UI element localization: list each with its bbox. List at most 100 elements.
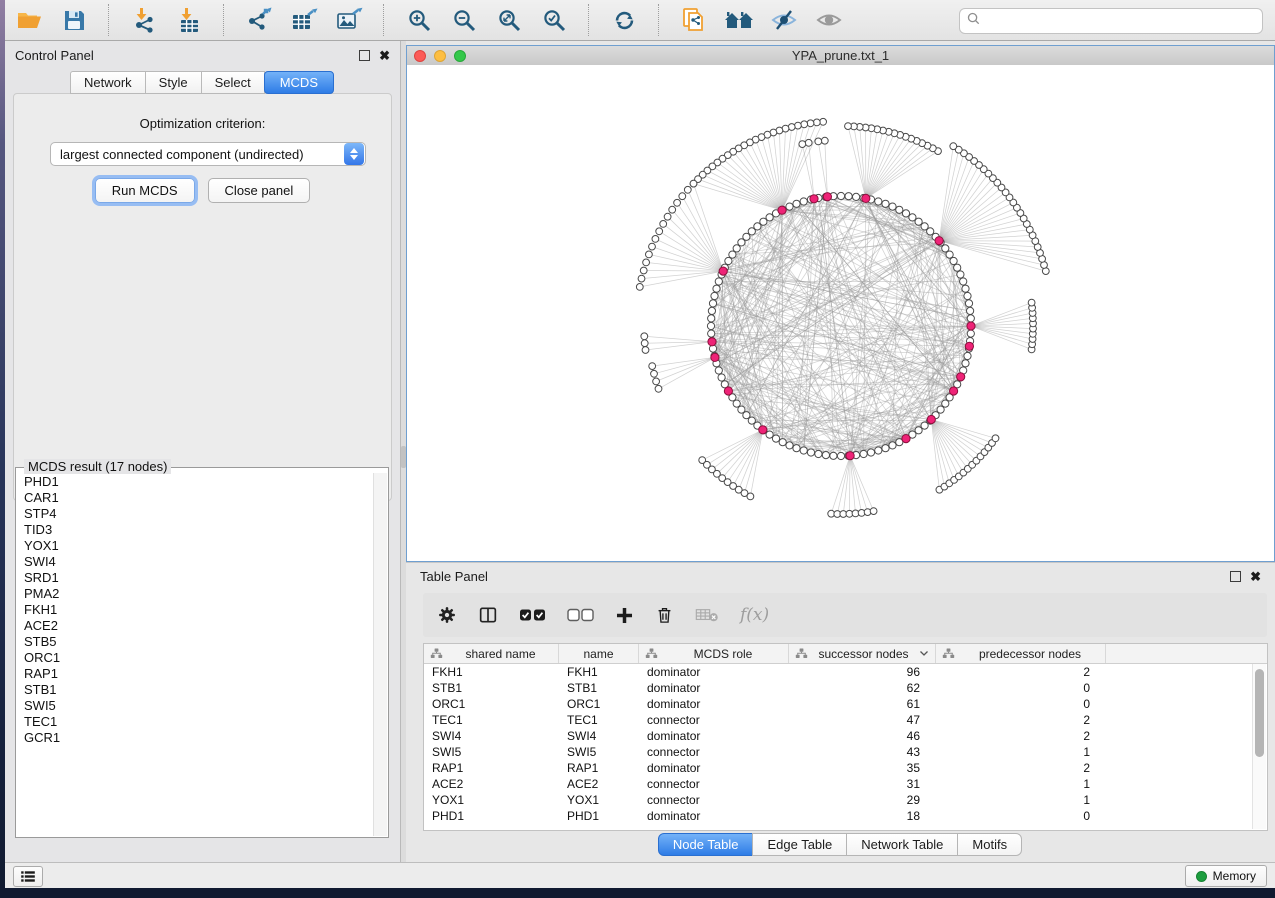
mcds-result-item[interactable]: TEC1 xyxy=(24,714,374,730)
table-row[interactable]: ACE2ACE2connector311 xyxy=(424,776,1267,792)
mcds-result-item[interactable]: STB5 xyxy=(24,634,374,650)
table-panel-title: Table Panel xyxy=(420,569,488,584)
mcds-result-item[interactable]: STP4 xyxy=(24,506,374,522)
table-row[interactable]: SWI5SWI5connector431 xyxy=(424,744,1267,760)
zoom-selected-icon[interactable] xyxy=(538,5,570,35)
cell-predecessor-nodes: 1 xyxy=(936,745,1106,759)
status-bar: Memory xyxy=(5,862,1275,888)
mcds-result-item[interactable]: SWI4 xyxy=(24,554,374,570)
table-scrollbar-thumb[interactable] xyxy=(1255,669,1264,757)
mcds-result-item[interactable]: SRD1 xyxy=(24,570,374,586)
network-canvas[interactable] xyxy=(407,65,1274,561)
memory-button[interactable]: Memory xyxy=(1185,865,1267,887)
refresh-layout-icon[interactable] xyxy=(608,5,640,35)
export-network-icon[interactable] xyxy=(243,5,275,35)
column-header-predecessor-nodes[interactable]: predecessor nodes xyxy=(936,644,1106,663)
cell-predecessor-nodes: 0 xyxy=(936,681,1106,695)
tab-edge-table[interactable]: Edge Table xyxy=(752,833,847,856)
close-table-panel-icon[interactable]: ✖ xyxy=(1250,570,1261,583)
clone-network-icon[interactable] xyxy=(678,5,710,35)
first-neighbors-icon[interactable] xyxy=(723,5,755,35)
show-all-icon[interactable] xyxy=(813,5,845,35)
criterion-dropdown-value: largest connected component (undirected) xyxy=(51,147,344,162)
table-row[interactable]: SWI4SWI4dominator462 xyxy=(424,728,1267,744)
task-history-button[interactable] xyxy=(13,866,43,887)
tab-select[interactable]: Select xyxy=(201,71,265,94)
mcds-result-item[interactable]: RAP1 xyxy=(24,666,374,682)
table-row[interactable]: STB1STB1dominator620 xyxy=(424,680,1267,696)
mcds-result-item[interactable]: FKH1 xyxy=(24,602,374,618)
mcds-result-item[interactable]: SWI5 xyxy=(24,698,374,714)
control-panel-tabs: NetworkStyleSelectMCDS xyxy=(5,71,400,94)
network-window-titlebar[interactable]: YPA_prune.txt_1 xyxy=(407,46,1274,66)
zoom-out-icon[interactable] xyxy=(448,5,480,35)
mcds-list-scrollbar[interactable] xyxy=(373,473,387,836)
table-settings-gear-icon[interactable] xyxy=(437,605,457,625)
column-header-filler xyxy=(1106,644,1267,663)
hide-selected-icon[interactable] xyxy=(768,5,800,35)
tab-style[interactable]: Style xyxy=(145,71,202,94)
import-table-icon[interactable] xyxy=(173,5,205,35)
table-row[interactable]: YOX1YOX1connector291 xyxy=(424,792,1267,808)
column-header-successor-nodes[interactable]: successor nodes xyxy=(789,644,936,663)
tab-network-table[interactable]: Network Table xyxy=(846,833,958,856)
mcds-result-item[interactable]: GCR1 xyxy=(24,730,374,746)
cell-predecessor-nodes: 2 xyxy=(936,761,1106,775)
close-panel-icon[interactable]: ✖ xyxy=(379,49,390,62)
mcds-result-item[interactable]: PMA2 xyxy=(24,586,374,602)
tab-motifs[interactable]: Motifs xyxy=(957,833,1022,856)
zoom-in-icon[interactable] xyxy=(403,5,435,35)
mcds-result-title: MCDS result (17 nodes) xyxy=(24,459,171,474)
cell-MCDS-role: dominator xyxy=(639,809,789,823)
delete-column-trash-icon[interactable] xyxy=(655,605,674,625)
table-row[interactable]: FKH1FKH1dominator962 xyxy=(424,664,1267,680)
mcds-result-item[interactable]: CAR1 xyxy=(24,490,374,506)
deselect-all-rows-icon[interactable] xyxy=(567,608,594,622)
import-network-icon[interactable] xyxy=(128,5,160,35)
mcds-result-item[interactable]: ORC1 xyxy=(24,650,374,666)
tab-network[interactable]: Network xyxy=(70,71,146,94)
save-session-icon[interactable] xyxy=(58,5,90,35)
float-panel-icon[interactable] xyxy=(359,50,370,61)
mcds-result-list[interactable]: PHD1CAR1STP4TID3YOX1SWI4SRD1PMA2FKH1ACE2… xyxy=(17,474,374,836)
mcds-result-group: MCDS result (17 nodes) PHD1CAR1STP4TID3Y… xyxy=(15,467,389,838)
mcds-result-item[interactable]: TID3 xyxy=(24,522,374,538)
cell-successor-nodes: 61 xyxy=(789,697,936,711)
fx-label: f(x) xyxy=(740,605,769,625)
mcds-result-item[interactable]: STB1 xyxy=(24,682,374,698)
run-mcds-button[interactable]: Run MCDS xyxy=(95,178,195,203)
export-image-icon[interactable] xyxy=(333,5,365,35)
toggle-column-panel-icon[interactable] xyxy=(478,605,498,625)
search-box[interactable] xyxy=(959,8,1263,34)
table-toolbar: f(x) xyxy=(423,593,1267,637)
search-input[interactable] xyxy=(986,13,1255,30)
add-column-icon[interactable] xyxy=(615,606,634,625)
cell-MCDS-role: dominator xyxy=(639,697,789,711)
table-row[interactable]: PHD1PHD1dominator180 xyxy=(424,808,1267,824)
table-row[interactable]: TEC1TEC1connector472 xyxy=(424,712,1267,728)
criterion-dropdown[interactable]: largest connected component (undirected) xyxy=(50,142,366,166)
cell-name: YOX1 xyxy=(559,793,639,807)
node-table-body: FKH1FKH1dominator962STB1STB1dominator620… xyxy=(424,664,1267,824)
select-all-rows-icon[interactable] xyxy=(519,608,546,622)
table-row[interactable]: RAP1RAP1dominator352 xyxy=(424,760,1267,776)
table-scrollbar[interactable] xyxy=(1252,664,1266,829)
column-header-name[interactable]: name xyxy=(559,644,639,663)
export-table-icon[interactable] xyxy=(288,5,320,35)
cell-name: FKH1 xyxy=(559,665,639,679)
column-header-MCDS-role[interactable]: MCDS role xyxy=(639,644,789,663)
tab-mcds[interactable]: MCDS xyxy=(264,71,334,94)
column-header-shared-name[interactable]: shared name xyxy=(424,644,559,663)
float-table-panel-icon[interactable] xyxy=(1230,571,1241,582)
mcds-result-item[interactable]: YOX1 xyxy=(24,538,374,554)
mcds-result-item[interactable]: ACE2 xyxy=(24,618,374,634)
zoom-fit-icon[interactable] xyxy=(493,5,525,35)
close-panel-button[interactable]: Close panel xyxy=(208,178,311,203)
cell-successor-nodes: 18 xyxy=(789,809,936,823)
tab-node-table[interactable]: Node Table xyxy=(658,833,754,856)
mcds-result-item[interactable]: PHD1 xyxy=(24,474,374,490)
cell-shared-name: SWI4 xyxy=(424,729,559,743)
cell-name: ACE2 xyxy=(559,777,639,791)
open-file-icon[interactable] xyxy=(13,5,45,35)
table-row[interactable]: ORC1ORC1dominator610 xyxy=(424,696,1267,712)
